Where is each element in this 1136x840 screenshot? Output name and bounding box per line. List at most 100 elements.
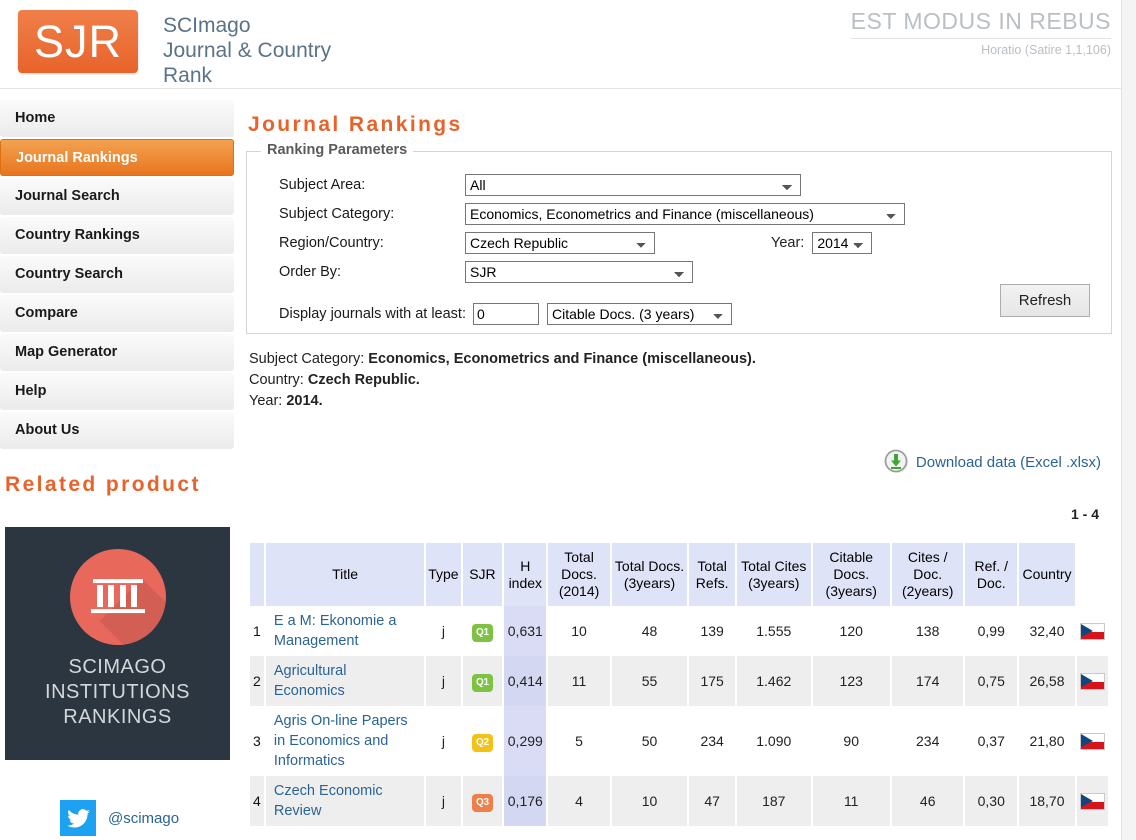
ref-doc-line1: Ref. / <box>974 557 1008 574</box>
row-total-docs: 10 <box>611 776 688 826</box>
quartile-badge: Q3 <box>471 793 493 812</box>
twitter-link[interactable]: @scimago <box>60 800 179 836</box>
czech-republic-flag-icon <box>1080 793 1105 811</box>
row-total-refs: 1.090 <box>737 706 811 776</box>
czech-republic-flag-icon <box>1080 623 1105 641</box>
row-h-index: 11 <box>548 656 610 706</box>
col-header-title[interactable]: Title <box>265 543 425 606</box>
row-sjr: 0,299 <box>504 706 547 776</box>
year-select[interactable]: 2014 <box>812 231 873 254</box>
page-content-frame: SJR SCImago Journal & Country Rank EST M… <box>0 0 1122 840</box>
download-data-link[interactable]: Download data (Excel .xlsx) <box>916 454 1101 471</box>
row-cites-per-doc-2y: 0,75 <box>965 656 1017 706</box>
motto-source: Horatio (Satire 1,1,106) <box>981 43 1111 57</box>
sidebar-item-journal-rankings[interactable]: Journal Rankings <box>0 139 234 176</box>
param-row-order-by: Order By: SJR <box>263 257 1095 286</box>
refresh-button[interactable]: Refresh <box>1000 284 1090 317</box>
col-header-cites-per-doc-2years[interactable]: Cites / Doc. (2years) <box>891 543 964 606</box>
journal-title-link[interactable]: Agricultural Economics <box>274 663 347 699</box>
journal-title-link[interactable]: Agris On-line Papers in Economics and In… <box>274 713 408 769</box>
region-country-label: Region/Country: <box>279 234 384 251</box>
summary-category-line: Subject Category: Economics, Econometric… <box>249 349 1112 370</box>
sir-line-1: SCIMAGO <box>68 656 167 678</box>
row-title-cell: Czech Economic Review <box>265 776 425 826</box>
logo-line-2: Journal & Country <box>163 39 332 62</box>
sidebar-nav: Home Journal Rankings Journal Search Cou… <box>0 100 234 451</box>
related-product-card[interactable]: SCIMAGO INSTITUTIONS RANKINGS <box>5 527 230 760</box>
param-row-subject-area: Subject Area: All <box>263 170 1095 199</box>
year-label: Year: <box>771 234 805 251</box>
col-header-h-index[interactable]: H index <box>504 543 547 606</box>
site-header: SJR SCImago Journal & Country Rank EST M… <box>0 0 1121 88</box>
related-product-label: SCIMAGO INSTITUTIONS RANKINGS <box>5 655 230 730</box>
main-content: Journal Rankings Ranking Parameters Subj… <box>246 100 1112 826</box>
row-quartile-badge-cell: Q3 <box>462 776 503 826</box>
table-row[interactable]: 4 Czech Economic Review j Q3 0,176 4 10 47 187 11… <box>250 776 1108 826</box>
sidebar-item-journal-search[interactable]: Journal Search <box>0 178 234 215</box>
summary-year-value: 2014. <box>286 393 323 409</box>
sidebar-item-home[interactable]: Home <box>0 100 234 137</box>
col-header-type[interactable]: Type <box>426 543 461 606</box>
query-summary: Subject Category: Economics, Econometric… <box>246 349 1112 412</box>
twitter-handle-label[interactable]: @scimago <box>108 810 179 827</box>
download-data-row[interactable]: Download data (Excel .xlsx) <box>884 449 1101 475</box>
col-header-total-cites-3years[interactable]: Total Cites (3years) <box>737 543 811 606</box>
min-metric-select[interactable]: Citable Docs. (3 years) <box>546 302 732 325</box>
row-total-docs: 48 <box>611 606 688 656</box>
journal-title-link[interactable]: E a M: Ekonomie a Management <box>274 613 397 649</box>
sidebar-item-compare[interactable]: Compare <box>0 295 234 332</box>
sidebar-item-about-us[interactable]: About Us <box>0 412 234 449</box>
param-row-minimum: Display journals with at least: Citable … <box>263 299 1095 328</box>
col-header-country[interactable]: Country <box>1018 543 1075 606</box>
sidebar-item-country-search[interactable]: Country Search <box>0 256 234 293</box>
col-header-total-docs[interactable]: Total Docs. (2014) <box>548 543 610 606</box>
col-header-total-docs-3years[interactable]: Total Docs. (3years) <box>611 543 688 606</box>
citable-line1: Citable <box>829 549 874 565</box>
row-total-refs: 1.555 <box>737 606 811 656</box>
col-header-rank <box>250 543 264 606</box>
row-total-refs: 187 <box>737 776 811 826</box>
table-header-row: Title Type SJR H index Total Docs. (2014… <box>250 543 1108 606</box>
table-row[interactable]: 3 Agris On-line Papers in Economics and I… <box>250 706 1108 776</box>
sidebar-item-map-generator[interactable]: Map Generator <box>0 334 234 371</box>
col-header-total-refs[interactable]: Total Refs. <box>689 543 736 606</box>
summary-country-line: Country: Czech Republic. <box>249 370 1112 391</box>
row-total-docs-3y: 175 <box>689 656 736 706</box>
col-header-sjr[interactable]: SJR <box>462 543 503 606</box>
quartile-badge: Q2 <box>471 733 493 752</box>
table-row[interactable]: 1 E a M: Ekonomie a Management j Q1 0,631 10 4… <box>250 606 1108 656</box>
site-logo[interactable]: SJR SCImago Journal & Country Rank <box>18 10 331 88</box>
sjr-logo-mark: SJR <box>18 10 138 73</box>
row-country-cell <box>1077 776 1108 826</box>
total-refs-line2: Refs. <box>695 574 729 591</box>
min-journals-input[interactable] <box>472 302 539 325</box>
region-country-select[interactable]: Czech Republic <box>465 231 655 254</box>
row-total-docs: 50 <box>611 706 688 776</box>
summary-category-label: Subject Category: <box>249 351 365 367</box>
sidebar-item-country-rankings[interactable]: Country Rankings <box>0 217 234 254</box>
quartile-badge: Q1 <box>471 623 493 642</box>
col-header-citable-docs-3years[interactable]: Citable Docs. (3years) <box>812 543 890 606</box>
bank-columns-glyph <box>90 579 145 614</box>
page-scrollbar-gutter[interactable] <box>1122 0 1136 840</box>
total-docs-line1: Total <box>564 549 594 565</box>
journal-rankings-table-wrap: Title Type SJR H index Total Docs. (2014… <box>248 543 1110 826</box>
table-row[interactable]: 2 Agricultural Economics j Q1 0,414 11 55 175 1.… <box>250 656 1108 706</box>
journal-title-link[interactable]: Czech Economic Review <box>274 783 383 819</box>
download-icon[interactable] <box>884 449 910 475</box>
subject-category-select[interactable]: Economics, Econometrics and Finance (mis… <box>465 202 905 225</box>
row-total-cites-3y: 11 <box>812 776 890 826</box>
subject-area-select[interactable]: All <box>465 173 801 196</box>
row-ref-per-doc: 32,40 <box>1018 606 1075 656</box>
year-group: Year: 2014 <box>771 231 873 254</box>
row-total-docs-3y: 234 <box>689 706 736 776</box>
col-header-ref-per-doc[interactable]: Ref. / Doc. <box>965 543 1017 606</box>
sidebar-item-help[interactable]: Help <box>0 373 234 410</box>
order-by-select[interactable]: SJR <box>465 260 693 283</box>
sjr-logo-text: SCImago Journal & Country Rank <box>163 10 331 88</box>
row-title-cell: E a M: Ekonomie a Management <box>265 606 425 656</box>
row-ref-per-doc: 26,58 <box>1018 656 1075 706</box>
summary-category-value: Economics, Econometrics and Finance (mis… <box>368 351 756 367</box>
summary-country-value: Czech Republic. <box>307 372 420 388</box>
row-rank: 2 <box>250 656 264 706</box>
